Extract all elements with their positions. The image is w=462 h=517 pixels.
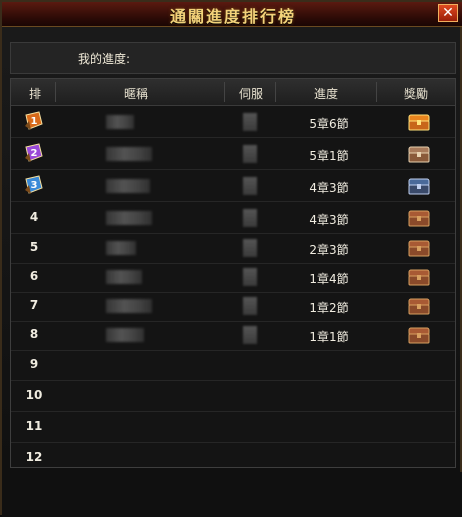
bronze-chest-icon[interactable]: [407, 208, 431, 228]
progress-value: 1章2節: [309, 301, 349, 315]
nickname-blurred: [106, 115, 134, 129]
rank-number: 10: [25, 388, 43, 402]
progress-value: 4章3節: [309, 213, 349, 227]
progress-value: 4章3節: [309, 181, 349, 195]
nickname-blurred: [106, 179, 150, 193]
table-row[interactable]: 11: [11, 412, 455, 443]
nickname-blurred: [106, 211, 152, 225]
table-row[interactable]: 9: [11, 350, 455, 381]
header-divider: [55, 82, 56, 102]
table-row[interactable]: 10: [11, 381, 455, 412]
close-button[interactable]: ✕: [438, 4, 458, 22]
nickname-blurred: [106, 299, 152, 313]
table-row[interactable]: 1 5章6節: [11, 107, 455, 138]
nickname-blurred: [106, 270, 142, 284]
nickname-blurred: [106, 241, 136, 255]
rank-number: 12: [25, 450, 43, 464]
server-blurred: [243, 326, 257, 344]
server-blurred: [243, 268, 257, 286]
rank-2-badge-icon: 2: [25, 143, 43, 162]
header-nickname: 暱稱: [123, 87, 148, 101]
table-row[interactable]: 7 1章2節: [11, 291, 455, 322]
header-divider: [275, 82, 276, 102]
rank-1-badge-icon: 1: [25, 111, 43, 130]
nickname-blurred: [106, 328, 144, 342]
silver-chest-icon[interactable]: [407, 144, 431, 164]
nickname-blurred: [106, 147, 152, 161]
progress-value: 1章4節: [309, 272, 349, 286]
table-header: 排 暱稱 伺服 進度 獎勵: [11, 79, 455, 106]
table-row[interactable]: 4 4章3節: [11, 203, 455, 234]
rank-number: 1: [31, 116, 38, 127]
my-progress-label: 我的進度:: [78, 52, 131, 66]
title-bar: 通關進度排行榜 ✕: [2, 2, 462, 27]
rank-number: 7: [29, 298, 39, 312]
ranking-table: 排 暱稱 伺服 進度 獎勵 1 5章6節 2 5章1節 3 4章3節 4 4章3節 5 2章3節 6…: [10, 78, 456, 474]
header-server: 伺服: [238, 87, 263, 101]
header-rank: 排: [28, 87, 41, 101]
bronze-chest-icon[interactable]: [407, 238, 431, 258]
server-blurred: [243, 113, 257, 131]
progress-value: 5章6節: [309, 117, 349, 131]
rank-number: 5: [29, 240, 39, 254]
header-reward: 獎勵: [403, 87, 428, 101]
rank-number: 11: [25, 419, 43, 433]
bottom-bar: [2, 472, 462, 517]
rank-number: 2: [31, 148, 38, 159]
progress-value: 5章1節: [309, 149, 349, 163]
bronze-chest-icon[interactable]: [407, 325, 431, 345]
server-blurred: [243, 145, 257, 163]
header-divider: [376, 82, 377, 102]
rank-number: 6: [29, 269, 39, 283]
progress-value: 2章3節: [309, 243, 349, 257]
blue-chest-icon[interactable]: [407, 176, 431, 196]
table-row[interactable]: 6 1章4節: [11, 262, 455, 293]
table-row[interactable]: 8 1章1節: [11, 320, 455, 351]
table-row[interactable]: 3 4章3節: [11, 171, 455, 202]
server-blurred: [243, 177, 257, 195]
header-progress: 進度: [313, 87, 338, 101]
table-row[interactable]: 5 2章3節: [11, 233, 455, 264]
server-blurred: [243, 209, 257, 227]
rank-number: 8: [29, 327, 39, 341]
rank-number: 9: [29, 357, 39, 371]
progress-value: 1章1節: [309, 330, 349, 344]
table-row[interactable]: 12: [11, 443, 455, 474]
rank-3-badge-icon: 3: [25, 175, 43, 194]
close-icon: ✕: [442, 5, 454, 21]
header-divider: [224, 82, 225, 102]
rank-number: 3: [31, 180, 38, 191]
my-progress-bar: 我的進度:: [10, 42, 456, 74]
table-row[interactable]: 2 5章1節: [11, 139, 455, 170]
server-blurred: [243, 239, 257, 257]
rank-number: 4: [29, 210, 39, 224]
ranking-window: 通關進度排行榜 ✕ 我的進度: 排 暱稱 伺服 進度 獎勵 1 5章6節 2 5章1節…: [0, 0, 462, 517]
window-title: 通關進度排行榜: [169, 7, 296, 26]
gold-chest-icon[interactable]: [407, 112, 431, 132]
server-blurred: [243, 297, 257, 315]
bronze-chest-icon[interactable]: [407, 267, 431, 287]
bronze-chest-icon[interactable]: [407, 296, 431, 316]
